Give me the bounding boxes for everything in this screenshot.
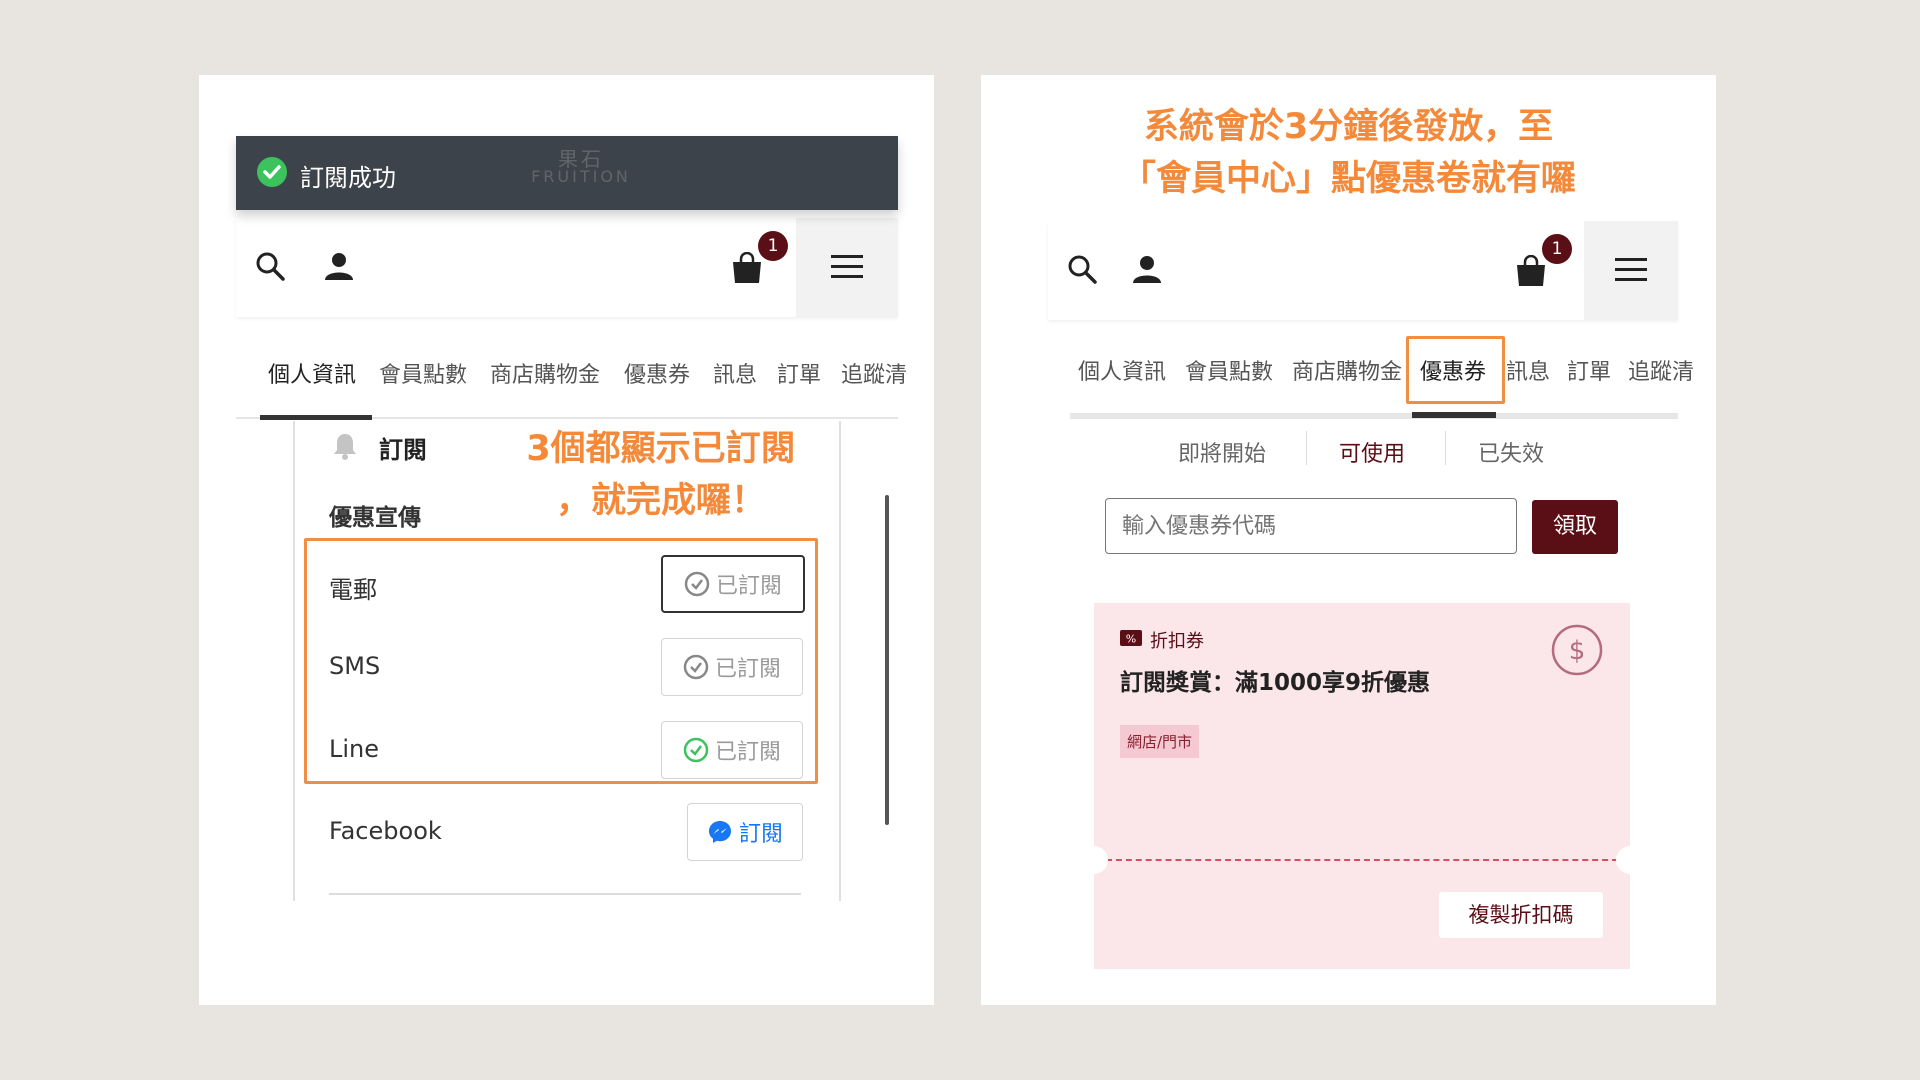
cart-count-badge: 1 — [758, 231, 788, 261]
tab-personal-info[interactable]: 個人資訊 — [1078, 354, 1166, 386]
left-annotation: 3個都顯示已訂閱 ，就完成囉！ — [526, 429, 796, 521]
sms-subscribed-button[interactable]: 已訂閱 — [661, 638, 803, 696]
coupon-type: 折扣券 — [1150, 631, 1204, 652]
row-label-sms: SMS — [329, 652, 381, 680]
left-panel: 1 訂閱成功 果石 FRUITION 個人資訊 會員點數 商店購物金 優惠券 訊… — [199, 75, 934, 1005]
left-header: 1 — [236, 218, 898, 317]
line-subscribed-button[interactable]: 已訂閱 — [661, 721, 803, 779]
menu-button[interactable] — [796, 218, 898, 317]
check-circle-icon — [684, 571, 710, 597]
row-label-line: Line — [329, 735, 380, 763]
subscribe-success-toast: 訂閱成功 果石 FRUITION — [236, 136, 898, 210]
coupon-code-input[interactable] — [1105, 498, 1517, 554]
scrollbar[interactable] — [885, 495, 889, 825]
channel-tag: 網店/門市 — [1120, 725, 1200, 758]
active-tab-underline — [1412, 412, 1496, 418]
segment-upcoming[interactable]: 即將開始 — [1178, 436, 1266, 468]
tab-personal-info[interactable]: 個人資訊 — [268, 357, 356, 389]
tabs-divider — [1070, 413, 1678, 419]
row-label-facebook: Facebook — [329, 817, 442, 845]
tab-store-credit[interactable]: 商店購物金 — [490, 357, 600, 389]
ticket-icon: % — [1120, 630, 1142, 646]
tab-orders[interactable]: 訂單 — [1567, 354, 1611, 386]
segment-divider — [1445, 431, 1446, 465]
check-circle-icon — [683, 654, 709, 680]
hamburger-icon — [831, 253, 863, 281]
bell-icon — [332, 432, 358, 460]
active-tab-underline — [260, 415, 372, 420]
tab-tracking[interactable]: 追蹤清 — [1628, 354, 1694, 386]
group-title: 優惠宣傳 — [329, 505, 421, 531]
email-subscribed-button[interactable]: 已訂閱 — [661, 555, 805, 613]
claim-button[interactable]: 領取 — [1532, 500, 1618, 554]
right-panel: 系統會於3分鐘後發放，至 「會員中心」點優惠卷就有囉 1 個人資訊 會員點數 商… — [981, 75, 1716, 1005]
copy-code-button[interactable]: 複製折扣碼 — [1439, 892, 1603, 938]
menu-button[interactable] — [1584, 221, 1678, 320]
dollar-circle-icon: $ — [1551, 624, 1603, 676]
segment-available[interactable]: 可使用 — [1339, 436, 1405, 468]
shopping-bag-icon[interactable] — [730, 252, 764, 284]
svg-text:%: % — [1126, 633, 1136, 646]
check-circle-icon — [683, 737, 709, 763]
member-tabs: 個人資訊 會員點數 商店購物金 優惠券 訊息 訂單 追蹤清 — [1048, 337, 1694, 397]
tab-member-points[interactable]: 會員點數 — [379, 357, 467, 389]
search-icon[interactable] — [254, 250, 286, 282]
tab-messages[interactable]: 訊息 — [713, 357, 757, 389]
tab-tracking[interactable]: 追蹤清 — [841, 357, 907, 389]
search-icon[interactable] — [1066, 253, 1098, 285]
messenger-icon — [707, 819, 733, 845]
right-annotation: 系統會於3分鐘後發放，至 「會員中心」點優惠卷就有囉 — [1120, 107, 1576, 199]
coupon-notch-left — [1080, 846, 1108, 874]
svg-text:$: $ — [1569, 636, 1586, 666]
tab-member-points[interactable]: 會員點數 — [1185, 354, 1273, 386]
tab-coupons[interactable]: 優惠券 — [624, 357, 690, 389]
facebook-subscribe-button[interactable]: 訂閱 — [687, 803, 803, 861]
user-icon[interactable] — [323, 250, 355, 282]
tab-messages[interactable]: 訊息 — [1506, 354, 1550, 386]
coupon-perforation — [1106, 859, 1618, 861]
toast-message: 訂閱成功 — [300, 164, 396, 192]
user-icon[interactable] — [1131, 253, 1163, 285]
cart-count-badge: 1 — [1542, 234, 1572, 264]
shopping-bag-icon[interactable] — [1514, 255, 1548, 287]
tab-orders[interactable]: 訂單 — [777, 357, 821, 389]
section-title: 訂閱 — [379, 436, 427, 464]
card-divider — [329, 893, 801, 895]
check-circle-icon — [256, 156, 288, 188]
segment-divider — [1306, 431, 1307, 465]
tab-store-credit[interactable]: 商店購物金 — [1292, 354, 1402, 386]
member-tabs: 個人資訊 會員點數 商店購物金 優惠券 訊息 訂單 追蹤清 — [236, 337, 907, 397]
row-label-email: 電郵 — [329, 576, 377, 604]
right-header: 1 — [1048, 221, 1678, 320]
hamburger-icon — [1615, 256, 1647, 284]
coupon-status-tabs: 即將開始 可使用 已失效 — [981, 433, 1716, 473]
highlight-box-coupons-tab — [1406, 336, 1505, 404]
brand-logo: 果石 FRUITION — [531, 147, 631, 186]
coupon-notch-right — [1616, 846, 1644, 874]
coupon-title: 訂閱獎賞：滿1000享9折優惠 — [1120, 670, 1431, 696]
segment-expired[interactable]: 已失效 — [1478, 436, 1544, 468]
coupon-card: % 折扣券 訂閱獎賞：滿1000享9折優惠 $ 網店/門市 複製折扣碼 — [1080, 603, 1644, 969]
